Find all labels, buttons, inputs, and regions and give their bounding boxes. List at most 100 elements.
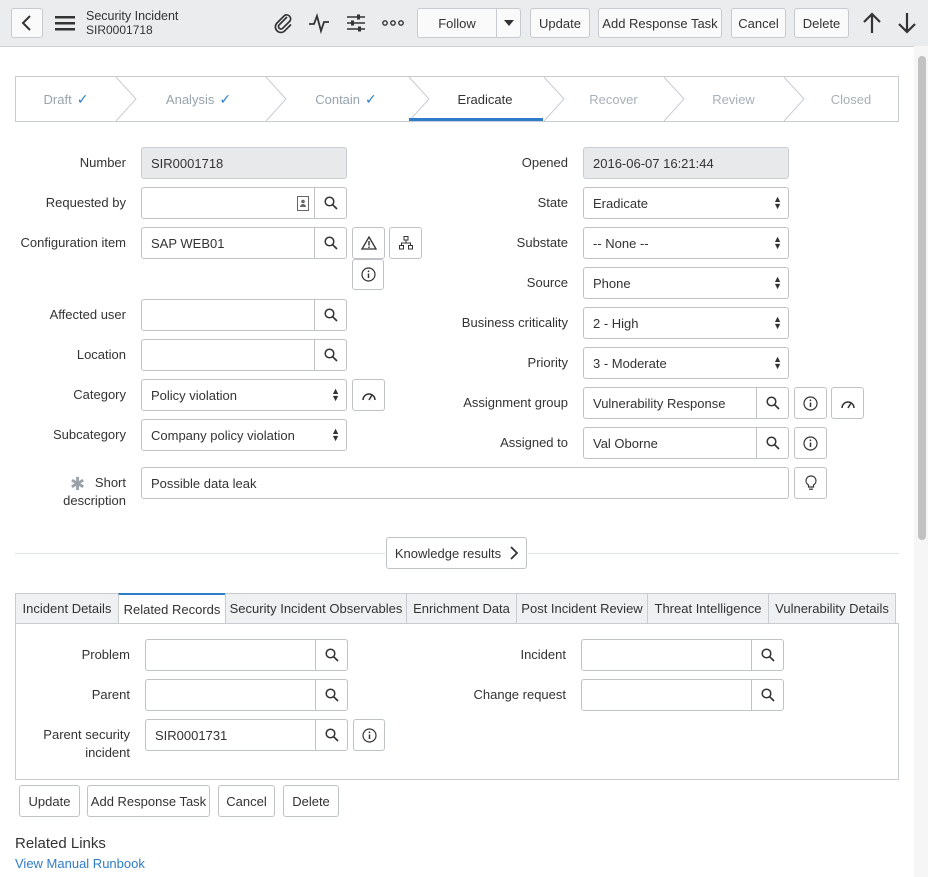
- follow-button[interactable]: Follow: [417, 8, 497, 38]
- substate-label: Substate: [516, 235, 568, 250]
- select-caret-icon: ▲ ▼: [773, 354, 782, 371]
- related-links-title: Related Links: [15, 835, 106, 852]
- view-manual-runbook-link[interactable]: View Manual Runbook: [15, 856, 145, 871]
- add-response-task-button[interactable]: Add Response Task: [598, 8, 722, 38]
- parent-security-incident-input[interactable]: SIR0001731: [145, 719, 317, 751]
- configuration-item-lookup-button[interactable]: [314, 227, 347, 259]
- follow-dropdown-button[interactable]: [496, 8, 521, 38]
- info-icon: [360, 267, 376, 282]
- record-type-title: Security Incident: [86, 9, 179, 23]
- settings-sliders-icon[interactable]: [343, 10, 369, 36]
- requested-by-lookup-button[interactable]: [314, 187, 347, 219]
- assigned-to-info-button[interactable]: [794, 427, 827, 459]
- tab-security-incident-observables[interactable]: Security Incident Observables: [225, 593, 407, 624]
- change-request-lookup-button[interactable]: [751, 679, 784, 711]
- affected-user-input[interactable]: [141, 299, 316, 331]
- search-icon: [323, 236, 338, 250]
- subcategory-select[interactable]: Company policy violation ▲ ▼: [141, 419, 347, 451]
- knowledge-results-button[interactable]: Knowledge results: [386, 537, 527, 569]
- location-label: Location: [76, 347, 126, 362]
- location-lookup-button[interactable]: [314, 339, 347, 371]
- tab-threat-intelligence[interactable]: Threat Intelligence: [647, 593, 769, 624]
- warning-triangle-icon: [360, 236, 377, 250]
- section-divider-left: [15, 553, 385, 554]
- assignment-group-label: Assignment group: [463, 395, 568, 410]
- lightbulb-icon: [804, 475, 817, 490]
- process-flow: Draft ✓ Analysis ✓ Contain ✓ Eradicate Reco…: [15, 76, 899, 122]
- priority-select[interactable]: 3 - Moderate ▲ ▼: [583, 347, 789, 379]
- bottom-delete-button[interactable]: Delete: [283, 785, 339, 817]
- tab-post-incident-review[interactable]: Post Incident Review: [516, 593, 648, 624]
- parent-security-incident-info-button[interactable]: [353, 719, 385, 751]
- affected-user-lookup-button[interactable]: [314, 299, 347, 331]
- change-request-input[interactable]: [581, 679, 753, 711]
- incident-input[interactable]: [581, 639, 753, 671]
- info-icon: [361, 727, 377, 743]
- short-description-input[interactable]: Possible data leak: [141, 467, 789, 499]
- cancel-button[interactable]: Cancel: [731, 8, 786, 38]
- substate-select[interactable]: -- None -- ▲ ▼: [583, 227, 789, 259]
- assignment-group-info-button[interactable]: [794, 387, 827, 419]
- business-criticality-select[interactable]: 2 - High ▲ ▼: [583, 307, 789, 339]
- form-header: Security Incident SIR0001718 Follow Upda…: [0, 0, 928, 47]
- assignment-group-assessment-button[interactable]: [831, 387, 864, 419]
- bottom-cancel-button[interactable]: Cancel: [218, 785, 275, 817]
- parent-security-incident-lookup-button[interactable]: [315, 719, 348, 751]
- opened-field: 2016-06-07 16:21:44: [583, 147, 789, 179]
- requested-by-label: Requested by: [45, 195, 126, 210]
- update-button[interactable]: Update: [530, 8, 590, 38]
- arrow-up-icon[interactable]: [859, 10, 885, 36]
- incident-label: Incident: [520, 647, 566, 662]
- assignment-group-lookup-button[interactable]: [756, 387, 789, 419]
- bottom-update-button[interactable]: Update: [19, 785, 80, 817]
- hamburger-menu-icon[interactable]: [52, 10, 78, 36]
- search-icon: [760, 648, 775, 662]
- gauge-icon: [840, 401, 855, 409]
- more-options-icon[interactable]: [380, 10, 406, 36]
- paperclip-icon[interactable]: [270, 10, 296, 36]
- ci-warning-button[interactable]: [352, 227, 385, 259]
- tab-vulnerability-details[interactable]: Vulnerability Details: [768, 593, 896, 624]
- assignment-group-input[interactable]: Vulnerability Response: [583, 387, 758, 419]
- parent-lookup-button[interactable]: [315, 679, 348, 711]
- tab-related-records[interactable]: Related Records: [118, 593, 226, 624]
- assigned-to-lookup-button[interactable]: [756, 427, 789, 459]
- bottom-add-response-task-button[interactable]: Add Response Task: [87, 785, 210, 817]
- delete-button-label: Delete: [802, 15, 841, 31]
- add-response-task-label: Add Response Task: [602, 15, 718, 31]
- problem-lookup-button[interactable]: [315, 639, 348, 671]
- requested-by-input[interactable]: [141, 187, 316, 219]
- record-number-title: SIR0001718: [86, 23, 153, 37]
- parent-input[interactable]: [145, 679, 317, 711]
- change-request-label: Change request: [473, 687, 566, 702]
- select-caret-icon: ▲ ▼: [773, 194, 782, 211]
- incident-lookup-button[interactable]: [751, 639, 784, 671]
- search-icon: [324, 728, 339, 742]
- activity-pulse-icon[interactable]: [306, 10, 332, 36]
- category-assessment-button[interactable]: [352, 379, 385, 411]
- ci-info-button[interactable]: [352, 259, 384, 290]
- back-button[interactable]: [11, 8, 43, 38]
- tab-enrichment-data[interactable]: Enrichment Data: [406, 593, 517, 624]
- arrow-down-icon[interactable]: [894, 10, 920, 36]
- state-select[interactable]: Eradicate ▲ ▼: [583, 187, 789, 219]
- location-input[interactable]: [141, 339, 316, 371]
- active-stage-indicator: [409, 118, 543, 121]
- scrollbar-thumb[interactable]: [918, 56, 926, 540]
- select-caret-icon: ▲ ▼: [773, 314, 782, 331]
- tab-incident-details[interactable]: Incident Details: [15, 593, 119, 624]
- delete-button[interactable]: Delete: [794, 8, 849, 38]
- search-icon: [765, 436, 780, 450]
- source-select[interactable]: Phone ▲ ▼: [583, 267, 789, 299]
- problem-input[interactable]: [145, 639, 317, 671]
- select-caret-icon: ▲ ▼: [331, 426, 340, 443]
- suggestion-button[interactable]: [794, 467, 827, 499]
- assigned-to-input[interactable]: Val Oborne: [583, 427, 758, 459]
- short-description-label-line2: description: [63, 493, 126, 508]
- ci-dependency-map-button[interactable]: [389, 227, 422, 259]
- knowledge-results-label: Knowledge results: [394, 545, 502, 561]
- parent-security-incident-label-line2: incident: [85, 745, 130, 760]
- configuration-item-input[interactable]: SAP WEB01: [141, 227, 316, 259]
- category-select[interactable]: Policy violation ▲ ▼: [141, 379, 347, 411]
- follow-button-label: Follow: [438, 15, 476, 31]
